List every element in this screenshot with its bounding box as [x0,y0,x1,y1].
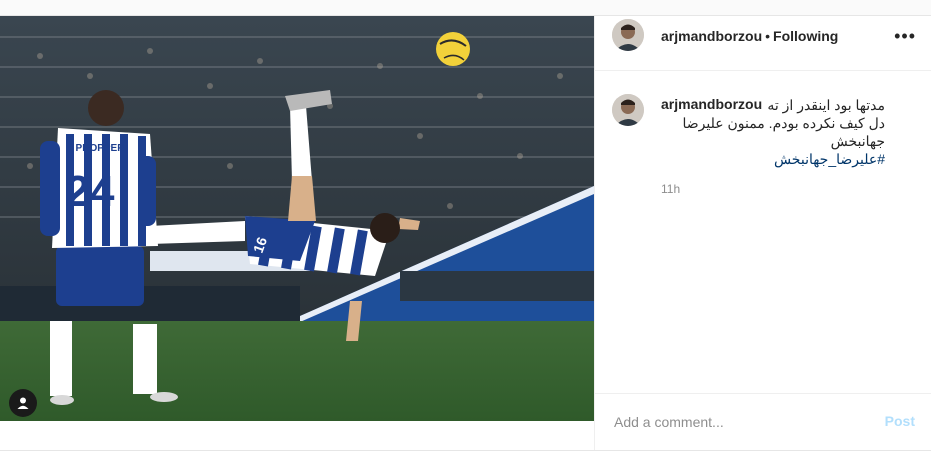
header-separator: • [765,28,771,44]
caption-line-1: مدتها بود اینقدر از ته [767,97,885,113]
football-photo: PROPPER 24 16 [0,16,594,421]
more-horizontal-icon[interactable]: ••• [894,26,916,47]
post-side-panel: arjmandborzou • Following ••• arjmandborzo… [594,16,931,450]
shirt-number: 24 [66,167,115,216]
following-button[interactable]: Following [773,28,838,44]
hashtag-link[interactable]: #علیرضا_جهانبخش [774,150,885,168]
avatar[interactable] [612,94,644,126]
comment-input[interactable] [612,413,866,431]
shirt-name: PROPPER [76,143,126,154]
post-timestamp[interactable]: 11h [661,182,680,196]
post-header: arjmandborzou • Following ••• [595,16,931,71]
header-username[interactable]: arjmandborzou [661,28,762,44]
add-comment-box: Post [595,393,931,450]
photo-bottom-spacer [0,421,594,450]
header-user-line: arjmandborzou • Following [661,28,838,44]
avatar[interactable] [612,19,644,51]
post-photo[interactable]: PROPPER 24 16 [0,16,594,421]
user-tag-icon[interactable] [9,389,37,417]
caption-line-2: دل کیف نکرده بودم. ممنون علیرضا [682,115,885,131]
post-card: PROPPER 24 16 arjmandborzou • Following … [0,15,931,451]
post-button[interactable]: Post [885,413,915,429]
caption-line-3: جهانبخش [830,133,885,149]
caption-text: مدتها بود اینقدر از ته دل کیف نکرده بودم… [661,96,885,168]
